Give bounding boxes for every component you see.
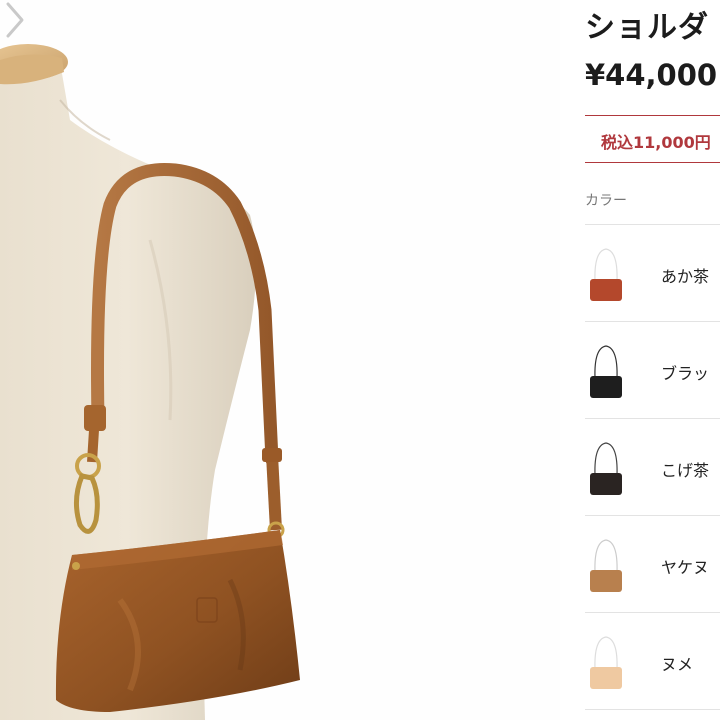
- color-option-label: ヤケヌ: [661, 558, 710, 577]
- bag-thumbnail: [590, 345, 622, 398]
- swatch-fill: [590, 376, 622, 398]
- product-image-gallery: [0, 0, 560, 720]
- product-photo: [0, 44, 300, 720]
- swatch-fill: [590, 570, 622, 592]
- color-section-label: カラー: [585, 193, 627, 209]
- swatch-fill: [590, 473, 622, 495]
- bag-thumbnail: [590, 248, 622, 301]
- color-option-label: あか茶: [661, 267, 710, 286]
- swatch-fill: [590, 667, 622, 689]
- color-option[interactable]: あか茶: [585, 225, 720, 322]
- bag-thumbnail: [590, 539, 622, 592]
- color-option-label: ブラッ: [661, 364, 710, 383]
- product-price: ¥44,000: [585, 58, 718, 92]
- color-options-list: あか茶 ブラッ こげ茶 ヤケヌ ヌメ: [585, 224, 720, 710]
- bag-thumbnail: [590, 442, 622, 495]
- color-option[interactable]: こげ茶: [585, 419, 720, 516]
- bag-thumbnail: [590, 636, 622, 689]
- color-option[interactable]: ヤケヌ: [585, 516, 720, 613]
- swatch-fill: [590, 279, 622, 301]
- chevron-right-icon[interactable]: [0, 0, 30, 40]
- product-title: ショルダ: [585, 10, 709, 45]
- product-info-panel: ショルダ ¥44,000 税込11,000円 カラー あか茶 ブラッ こげ茶 ヤ…: [585, 0, 720, 720]
- tax-note: 税込11,000円: [601, 133, 711, 152]
- color-option-label: ヌメ: [661, 655, 694, 674]
- color-option-label: こげ茶: [661, 461, 710, 480]
- tax-badge: 税込11,000円: [585, 115, 720, 163]
- color-option[interactable]: ヌメ: [585, 613, 720, 710]
- color-option[interactable]: ブラッ: [585, 322, 720, 419]
